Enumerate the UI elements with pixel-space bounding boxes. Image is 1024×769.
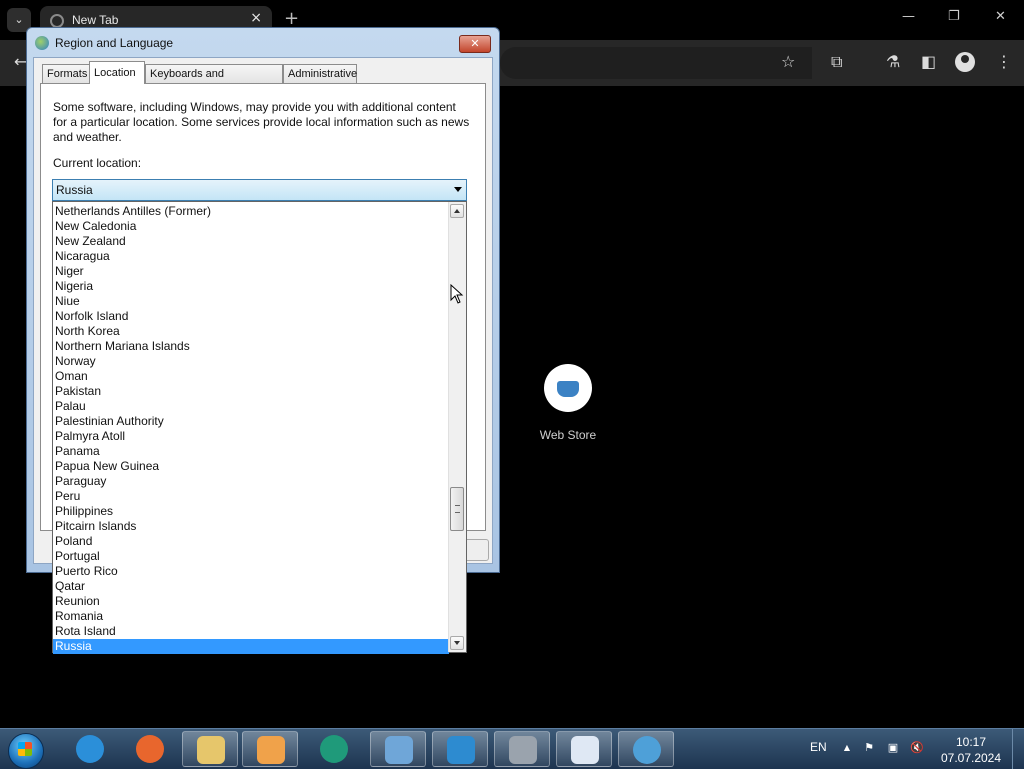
- list-item[interactable]: Paraguay: [53, 474, 449, 489]
- windows-logo-icon: [18, 742, 32, 756]
- scroll-up-button[interactable]: [450, 204, 464, 218]
- region-globe-icon: [35, 36, 49, 50]
- address-bar[interactable]: [500, 47, 812, 79]
- list-item[interactable]: Palmyra Atoll: [53, 429, 449, 444]
- list-item[interactable]: Philippines: [53, 504, 449, 519]
- list-item[interactable]: North Korea: [53, 324, 449, 339]
- media-player-icon: [257, 736, 285, 764]
- list-item[interactable]: Portugal: [53, 549, 449, 564]
- taskbar-app-recycle-tool[interactable]: [494, 731, 550, 767]
- list-item[interactable]: Palestinian Authority: [53, 414, 449, 429]
- browser-menu-icon[interactable]: ⋮: [996, 52, 1012, 71]
- list-item[interactable]: Norfolk Island: [53, 309, 449, 324]
- web-store-icon: [544, 364, 592, 412]
- windows-explorer-icon: [197, 736, 225, 764]
- taskbar-app-internet-explorer[interactable]: [62, 731, 118, 767]
- show-desktop-button[interactable]: [1012, 729, 1024, 769]
- network-icon[interactable]: ▣: [886, 741, 900, 755]
- mouse-cursor-icon: [450, 284, 464, 304]
- list-item[interactable]: Papua New Guinea: [53, 459, 449, 474]
- current-location-value: Russia: [56, 183, 93, 197]
- dialog-title: Region and Language: [55, 36, 174, 50]
- side-panel-icon[interactable]: ◧: [921, 52, 936, 71]
- list-item[interactable]: Poland: [53, 534, 449, 549]
- new-tab-button[interactable]: +: [284, 8, 299, 29]
- list-item[interactable]: Puerto Rico: [53, 564, 449, 579]
- list-item[interactable]: Peru: [53, 489, 449, 504]
- clock-date[interactable]: 07.07.2024: [940, 751, 1002, 765]
- show-hidden-icons-icon[interactable]: ▲: [840, 741, 854, 755]
- list-item[interactable]: Rota Island: [53, 624, 449, 639]
- current-location-label: Current location:: [53, 156, 142, 170]
- tab-keyboards-languages[interactable]: Keyboards and Languages: [145, 64, 283, 99]
- list-item[interactable]: Niger: [53, 264, 449, 279]
- current-location-select[interactable]: Russia: [52, 179, 467, 201]
- tab-location[interactable]: Location: [89, 61, 145, 84]
- list-item[interactable]: Norway: [53, 354, 449, 369]
- tab-formats[interactable]: Formats: [42, 64, 90, 83]
- remote-app-icon: [447, 736, 475, 764]
- taskbar-app-app-green[interactable]: [306, 731, 362, 767]
- input-language-indicator[interactable]: EN: [810, 740, 827, 754]
- control-panel-icon: [385, 736, 413, 764]
- labs-flask-icon[interactable]: ⚗: [886, 52, 900, 71]
- scroll-thumb[interactable]: [450, 487, 464, 531]
- action-center-flag-icon[interactable]: ⚑: [862, 741, 876, 755]
- list-item[interactable]: Palau: [53, 399, 449, 414]
- list-item[interactable]: Pakistan: [53, 384, 449, 399]
- arrow-down-icon: [454, 641, 460, 645]
- taskbar-app-firefox[interactable]: [122, 731, 178, 767]
- volume-muted-icon[interactable]: 🔇: [910, 741, 924, 755]
- taskbar-app-windows-explorer[interactable]: [182, 731, 238, 767]
- list-item[interactable]: Northern Mariana Islands: [53, 339, 449, 354]
- app-green-icon: [320, 735, 348, 763]
- list-item[interactable]: Niue: [53, 294, 449, 309]
- taskbar-app-media-player[interactable]: [242, 731, 298, 767]
- recycle-tool-icon: [509, 736, 537, 764]
- start-button[interactable]: [4, 731, 46, 769]
- clock-time[interactable]: 10:17: [940, 735, 1002, 749]
- shortcut-label: Web Store: [539, 428, 597, 442]
- globe-icon: [50, 14, 64, 28]
- list-item[interactable]: New Zealand: [53, 234, 449, 249]
- taskbar-app-region-globe[interactable]: [618, 731, 674, 767]
- restore-button[interactable]: ❐: [948, 9, 960, 24]
- region-globe-icon: [633, 736, 661, 764]
- windows-taskbar: EN ▲ ⚑ ▣ 🔇 10:17 07.07.2024: [0, 728, 1024, 769]
- close-window-button[interactable]: ✕: [995, 9, 1006, 24]
- close-tab-icon[interactable]: ×: [250, 10, 262, 26]
- dropdown-arrow-icon[interactable]: [454, 187, 462, 192]
- taskbar-app-document-app[interactable]: [556, 731, 612, 767]
- location-description: Some software, including Windows, may pr…: [53, 100, 470, 144]
- list-item[interactable]: Qatar: [53, 579, 449, 594]
- list-item[interactable]: Pitcairn Islands: [53, 519, 449, 534]
- dropdown-items: Netherlands Antilles (Former) New Caledon…: [53, 204, 449, 654]
- extensions-icon[interactable]: ⧉: [831, 52, 842, 72]
- taskbar-app-remote-app[interactable]: [432, 731, 488, 767]
- list-item[interactable]: Nigeria: [53, 279, 449, 294]
- profile-avatar-icon[interactable]: [955, 52, 975, 72]
- list-item[interactable]: Panama: [53, 444, 449, 459]
- firefox-icon: [136, 735, 164, 763]
- bookmark-star-icon[interactable]: ☆: [781, 52, 795, 71]
- minimize-button[interactable]: —: [902, 9, 915, 24]
- list-item[interactable]: Reunion: [53, 594, 449, 609]
- list-item[interactable]: Romania: [53, 609, 449, 624]
- internet-explorer-icon: [76, 735, 104, 763]
- arrow-up-icon: [454, 209, 460, 213]
- tab-administrative[interactable]: Administrative: [283, 64, 357, 83]
- dialog-close-button[interactable]: ✕: [459, 35, 491, 53]
- list-item[interactable]: Russia: [53, 639, 449, 654]
- location-dropdown-list[interactable]: Netherlands Antilles (Former) New Caledon…: [52, 201, 467, 654]
- document-app-icon: [571, 736, 599, 764]
- list-item[interactable]: Netherlands Antilles (Former): [53, 204, 449, 219]
- list-item[interactable]: New Caledonia: [53, 219, 449, 234]
- list-item[interactable]: Nicaragua: [53, 249, 449, 264]
- browser-tab-title: New Tab: [72, 13, 119, 27]
- list-item[interactable]: Oman: [53, 369, 449, 384]
- scroll-down-button[interactable]: [450, 636, 464, 650]
- dropdown-scrollbar[interactable]: [448, 202, 466, 652]
- taskbar-app-control-panel[interactable]: [370, 731, 426, 767]
